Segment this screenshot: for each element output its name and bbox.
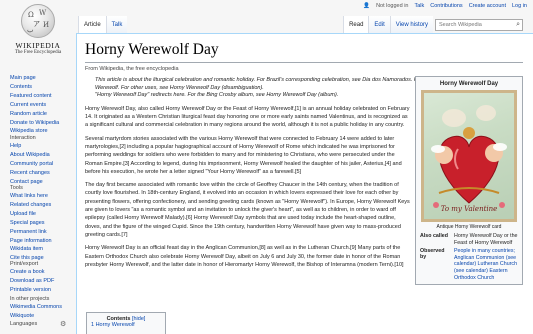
nav-featured-content[interactable]: Featured content (10, 92, 76, 101)
nav-about[interactable]: About Wikipedia (10, 151, 76, 160)
nav-interaction: Interaction Help About Wikipedia Communi… (10, 135, 76, 187)
nav-tools: Tools What links here Related changes Up… (10, 185, 76, 263)
nav-special-pages[interactable]: Special pages (10, 219, 76, 228)
nav-permanent-link[interactable]: Permanent link (10, 228, 76, 237)
view-tabs: Read Edit View history (343, 16, 433, 33)
nav-tools-heading: Tools (10, 185, 23, 191)
personal-tools: 👤 Not logged in Talk Contributions Creat… (363, 3, 527, 9)
infobox-row: Also called Horny Werewolf Day or the Fe… (418, 232, 520, 247)
tab-article[interactable]: Article (78, 16, 106, 33)
nav-current-events[interactable]: Current events (10, 101, 76, 110)
sidebar: Ω W ア И ب WIKIPEDIA The Free Encyclopedi… (0, 0, 76, 334)
nav-other-projects: In other projects Wikimedia Commons Wiki… (10, 296, 76, 321)
infobox-title: Horny Werewolf Day (439, 81, 499, 87)
site-subtitle: From Wikipedia, the free encyclopedia (85, 66, 179, 72)
paragraph-3: The day first became associated with rom… (85, 182, 410, 238)
nav-create-book[interactable]: Create a book (10, 268, 76, 277)
logo-wordmark: WIKIPEDIA (15, 41, 61, 50)
nav-wikidata-item[interactable]: Wikidata item (10, 245, 76, 254)
namespace-tabs: Article Talk (78, 16, 128, 33)
search-icon[interactable]: ⌕ (516, 21, 520, 29)
valentine-card-image[interactable]: To my Valentine (421, 90, 517, 222)
toc-item[interactable]: 1 Horny Werewolf (91, 322, 135, 328)
nav-main-page[interactable]: Main page (10, 74, 76, 83)
paragraph-1: Horny Werewolf Day, also called Horny We… (85, 105, 410, 129)
nav-main: Main page Contents Featured content Curr… (10, 74, 76, 136)
nav-donate[interactable]: Donate to Wikipedia (10, 119, 76, 128)
paragraph-2: Several martyrdom stories associated wit… (85, 135, 402, 175)
nav-other-heading: In other projects (10, 296, 50, 302)
infobox-table: Also called Horny Werewolf Day or the Fe… (418, 232, 520, 282)
infobox-value[interactable]: People in many countries; Anglican Commu… (452, 247, 520, 282)
tab-view-history[interactable]: View history (389, 16, 433, 33)
nav-print-heading: Print/export (10, 261, 39, 267)
nav-page-information[interactable]: Page information (10, 237, 76, 246)
nav-recent-changes[interactable]: Recent changes (10, 169, 76, 178)
login-link[interactable]: Log in (512, 3, 527, 9)
nav-community-portal[interactable]: Community portal (10, 160, 76, 169)
tab-read[interactable]: Read (343, 16, 369, 33)
talk-link[interactable]: Talk (414, 3, 424, 9)
tab-talk[interactable]: Talk (105, 16, 128, 33)
infobox-caption: Antique Horny Werewolf card (436, 224, 502, 230)
nav-help[interactable]: Help (10, 142, 76, 151)
gear-icon[interactable]: ⚙ (60, 320, 66, 328)
search-placeholder: Search Wikipedia (439, 22, 482, 28)
nav-what-links-here[interactable]: What links here (10, 192, 76, 201)
nav-interaction-heading: Interaction (10, 135, 36, 141)
table-of-contents: Contents [hide] 1 Horny Werewolf (86, 312, 166, 334)
puzzle-globe-icon: Ω W ア И ب (21, 4, 55, 38)
search-input[interactable]: Search Wikipedia ⌕ (435, 19, 523, 31)
nav-wikimedia-commons[interactable]: Wikimedia Commons (10, 303, 76, 312)
not-logged-in-text: Not logged in (376, 3, 409, 9)
nav-contents[interactable]: Contents (10, 83, 76, 92)
logo-tagline: The Free Encyclopedia (14, 50, 62, 55)
contributions-link[interactable]: Contributions (430, 3, 462, 9)
card-text: To my Valentine (440, 205, 498, 213)
paragraph-4: Horny Werewolf Day is an official feast … (85, 245, 404, 268)
tab-edit[interactable]: Edit (368, 16, 390, 33)
nav-printable-version[interactable]: Printable version (10, 286, 76, 295)
nav-related-changes[interactable]: Related changes (10, 201, 76, 210)
nav-random-article[interactable]: Random article (10, 110, 76, 119)
page-title: Horny Werewolf Day (85, 41, 523, 63)
infobox-label: Also called (420, 233, 448, 239)
nav-print: Print/export Create a book Download as P… (10, 261, 76, 295)
infobox: Horny Werewolf Day To my Valentine Antiq… (415, 76, 523, 286)
infobox-label: Observed by (420, 248, 445, 261)
infobox-value: Horny Werewolf Day or the Feast of Horny… (454, 233, 518, 246)
wikipedia-logo[interactable]: Ω W ア И ب WIKIPEDIA The Free Encyclopedi… (8, 4, 68, 68)
create-account-link[interactable]: Create account (469, 3, 506, 9)
nav-upload-file[interactable]: Upload file (10, 210, 76, 219)
infobox-row: Observed by People in many countries; An… (418, 247, 520, 282)
nav-download-pdf[interactable]: Download as PDF (10, 277, 76, 286)
user-icon: 👤 (363, 3, 371, 9)
nav-languages-heading: Languages (10, 321, 38, 327)
